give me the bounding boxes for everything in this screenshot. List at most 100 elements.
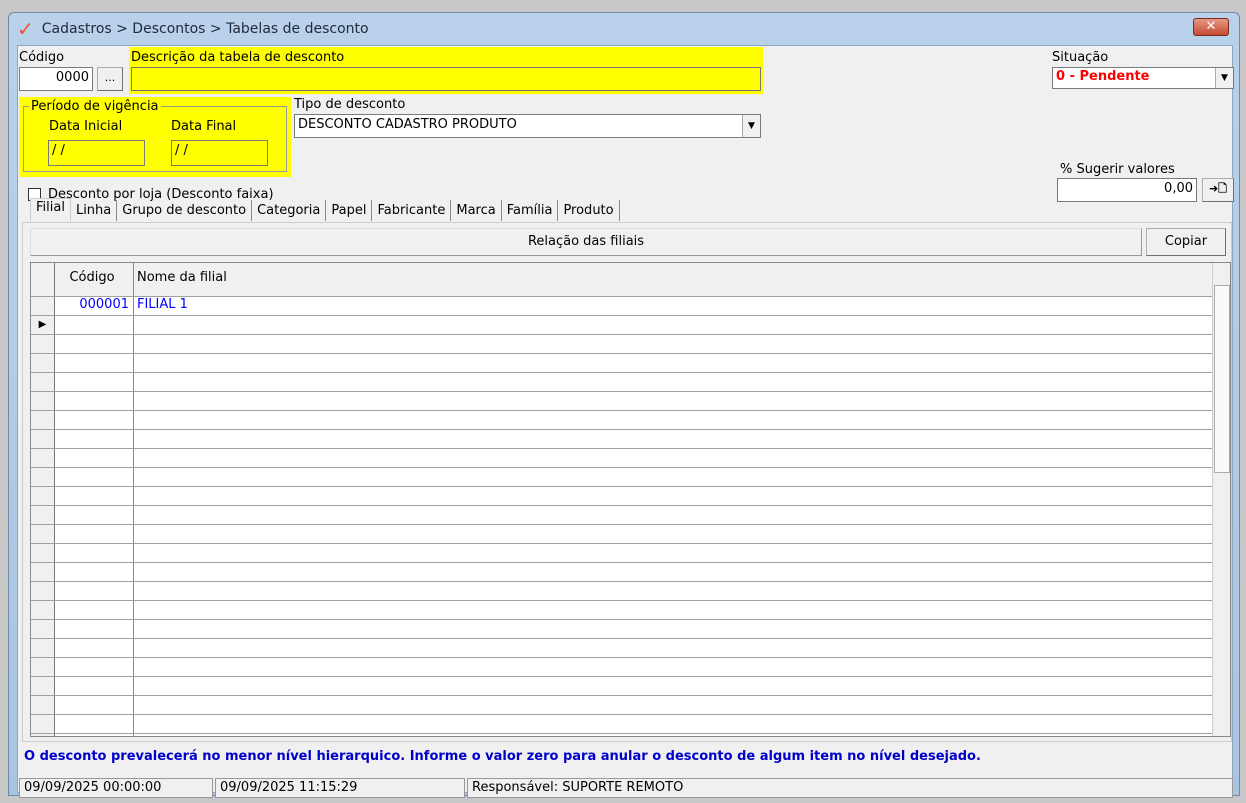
descricao-input[interactable] [131, 67, 761, 91]
cell-nome[interactable] [134, 373, 1230, 391]
cell-nome[interactable] [134, 620, 1230, 638]
cell-codigo[interactable] [55, 658, 134, 676]
cell-codigo[interactable] [55, 639, 134, 657]
cell-nome[interactable] [134, 487, 1230, 505]
data-inicial-input[interactable]: / / [48, 140, 145, 166]
table-row[interactable] [31, 544, 1230, 563]
cell-nome[interactable] [134, 316, 1230, 334]
tipo-select[interactable]: DESCONTO CADASTRO PRODUTO ▼ [294, 114, 761, 138]
table-row[interactable] [31, 506, 1230, 525]
cell-codigo[interactable] [55, 411, 134, 429]
situacao-select[interactable]: 0 - Pendente ▼ [1052, 67, 1234, 89]
cell-nome[interactable] [134, 392, 1230, 410]
table-row[interactable]: 000001 FILIAL 1 [31, 297, 1230, 316]
cell-codigo[interactable] [55, 392, 134, 410]
cell-nome[interactable] [134, 715, 1230, 733]
table-row[interactable] [31, 468, 1230, 487]
close-button[interactable]: ✕ [1193, 18, 1229, 36]
tab-papel[interactable]: Papel [326, 200, 373, 221]
cell-nome[interactable] [134, 506, 1230, 524]
table-row[interactable] [31, 620, 1230, 639]
cell-codigo[interactable] [55, 449, 134, 467]
cell-codigo[interactable] [55, 544, 134, 562]
cell-nome[interactable] [134, 335, 1230, 353]
codigo-lookup-button[interactable]: ... [97, 67, 123, 91]
cell-codigo[interactable] [55, 506, 134, 524]
cell-nome[interactable] [134, 411, 1230, 429]
table-row[interactable] [31, 430, 1230, 449]
cell-codigo[interactable] [55, 316, 134, 334]
chevron-down-icon[interactable]: ▼ [742, 115, 760, 137]
tab-grupo-de-desconto[interactable]: Grupo de desconto [117, 200, 253, 221]
cell-codigo[interactable] [55, 430, 134, 448]
cell-nome[interactable] [134, 696, 1230, 714]
table-row[interactable] [31, 392, 1230, 411]
data-final-input[interactable]: / / [171, 140, 268, 166]
cell-nome[interactable]: FILIAL 1 [134, 297, 1230, 315]
cell-nome[interactable] [134, 563, 1230, 581]
cell-nome[interactable] [134, 601, 1230, 619]
cell-nome[interactable] [134, 582, 1230, 600]
tab-fabricante[interactable]: Fabricante [372, 200, 452, 221]
cell-codigo[interactable] [55, 487, 134, 505]
table-row[interactable] [31, 639, 1230, 658]
tab-filial[interactable]: Filial [30, 198, 71, 221]
table-row[interactable] [31, 525, 1230, 544]
cell-nome[interactable] [134, 677, 1230, 695]
cell-codigo[interactable] [55, 354, 134, 372]
cell-codigo[interactable] [55, 620, 134, 638]
cell-nome[interactable] [134, 639, 1230, 657]
cell-codigo[interactable] [55, 373, 134, 391]
column-codigo[interactable]: Código [55, 263, 134, 296]
table-row[interactable] [31, 563, 1230, 582]
cell-nome[interactable] [134, 658, 1230, 676]
filiais-grid[interactable]: Código Nome da filial 000001 FILIAL 1 ▶ [30, 262, 1231, 737]
table-row[interactable] [31, 696, 1230, 715]
table-row[interactable] [31, 582, 1230, 601]
cell-codigo[interactable] [55, 582, 134, 600]
cell-codigo[interactable] [55, 677, 134, 695]
tab-marca[interactable]: Marca [451, 200, 502, 221]
table-row[interactable] [31, 715, 1230, 734]
vertical-scrollbar[interactable] [1212, 263, 1230, 736]
chevron-down-icon[interactable]: ▼ [1215, 68, 1233, 88]
table-row[interactable] [31, 658, 1230, 677]
cell-codigo[interactable] [55, 696, 134, 714]
cell-nome[interactable] [134, 734, 1230, 736]
column-nome-filial[interactable]: Nome da filial [134, 263, 1230, 296]
cell-nome[interactable] [134, 468, 1230, 486]
tab-familia[interactable]: Família [502, 200, 559, 221]
table-row[interactable] [31, 677, 1230, 696]
cell-nome[interactable] [134, 430, 1230, 448]
cell-codigo[interactable] [55, 335, 134, 353]
cell-nome[interactable] [134, 544, 1230, 562]
table-row[interactable] [31, 601, 1230, 620]
apply-suggest-button[interactable]: ➜🗋 [1202, 178, 1234, 202]
cell-codigo[interactable] [55, 734, 134, 736]
data-final-label: Data Final [171, 119, 237, 134]
sugerir-input[interactable]: 0,00 [1057, 178, 1197, 202]
copiar-button[interactable]: Copiar [1146, 228, 1226, 256]
table-row[interactable] [31, 734, 1230, 736]
cell-codigo[interactable] [55, 715, 134, 733]
table-row[interactable] [31, 335, 1230, 354]
cell-codigo[interactable] [55, 563, 134, 581]
table-row[interactable] [31, 411, 1230, 430]
tab-produto[interactable]: Produto [558, 200, 620, 221]
table-row[interactable] [31, 449, 1230, 468]
scrollbar-thumb[interactable] [1214, 285, 1230, 473]
cell-nome[interactable] [134, 449, 1230, 467]
cell-codigo[interactable] [55, 601, 134, 619]
cell-codigo[interactable]: 000001 [55, 297, 134, 315]
codigo-input[interactable]: 0000 [19, 67, 93, 91]
table-row-current[interactable]: ▶ [31, 316, 1230, 335]
cell-nome[interactable] [134, 525, 1230, 543]
table-row[interactable] [31, 487, 1230, 506]
cell-codigo[interactable] [55, 468, 134, 486]
cell-nome[interactable] [134, 354, 1230, 372]
tab-categoria[interactable]: Categoria [252, 200, 327, 221]
table-row[interactable] [31, 373, 1230, 392]
table-row[interactable] [31, 354, 1230, 373]
cell-codigo[interactable] [55, 525, 134, 543]
tab-linha[interactable]: Linha [71, 200, 118, 221]
